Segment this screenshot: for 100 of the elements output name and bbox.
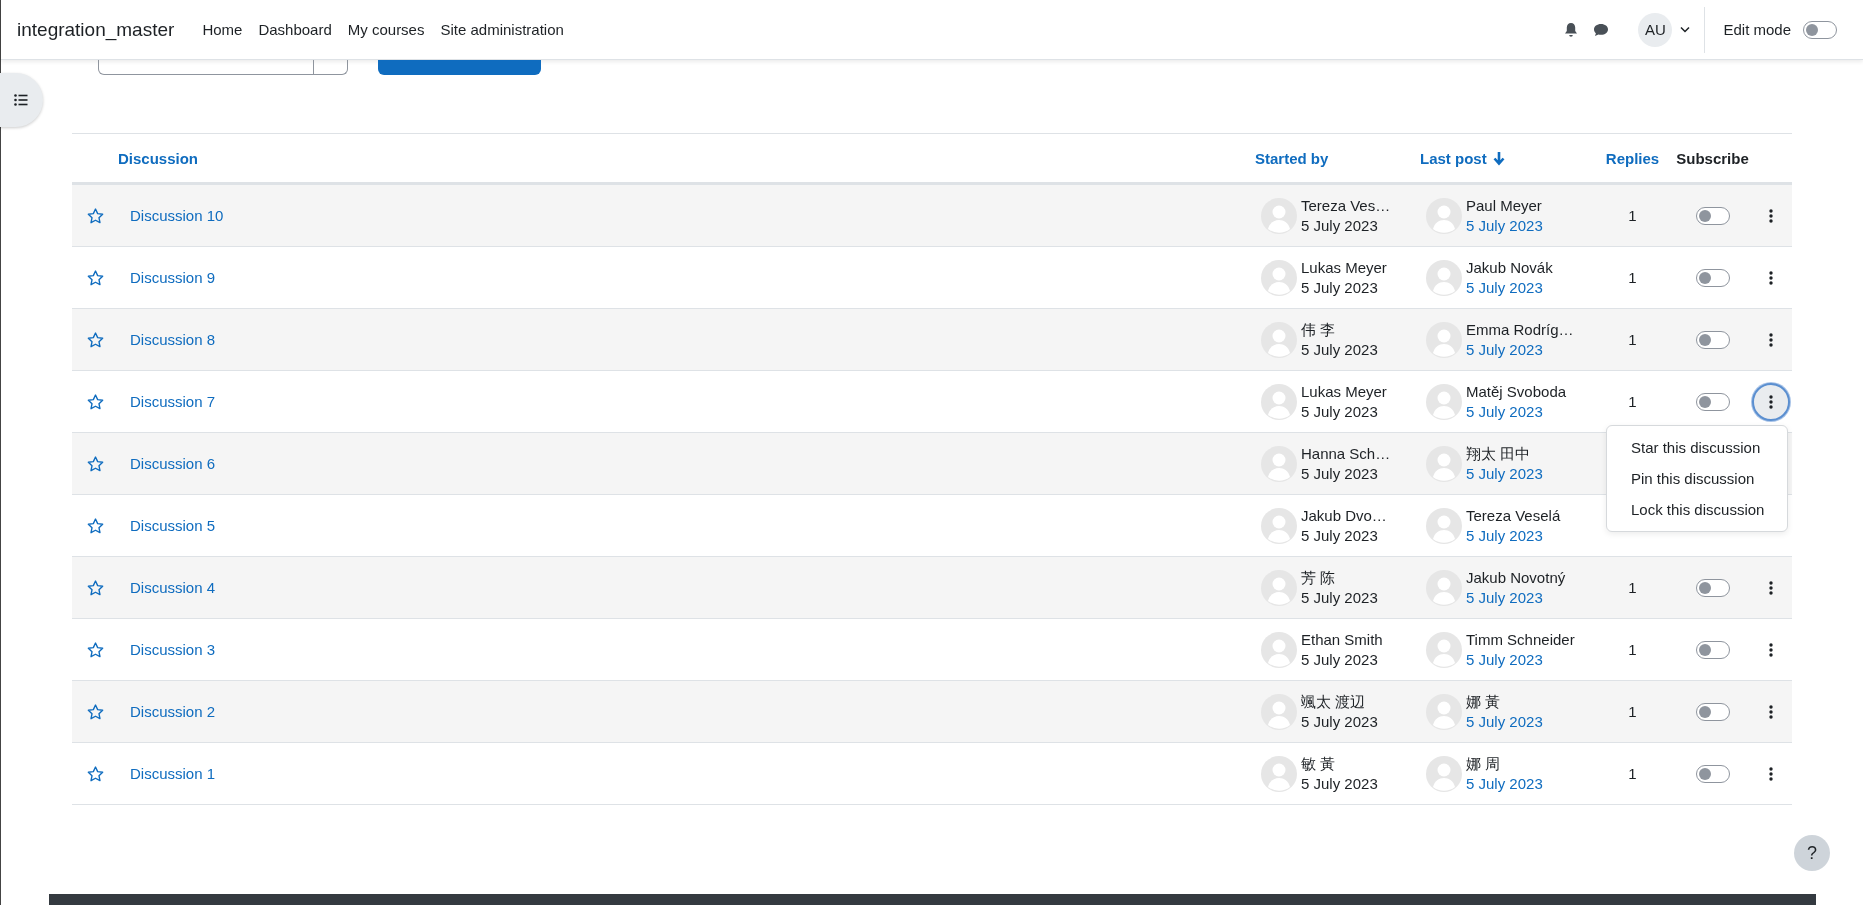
discussion-link[interactable]: Discussion 2 [130,703,216,720]
reply-count: 1 [1628,393,1637,410]
start-date: 5 July 2023 [1301,525,1379,546]
start-date: 5 July 2023 [1301,339,1378,360]
kebab-icon [1769,642,1773,657]
start-date: 5 July 2023 [1301,463,1379,484]
last-post-date-link[interactable]: 5 July 2023 [1466,587,1566,608]
discussion-link[interactable]: Discussion 8 [130,331,216,348]
avatar-silhouette-icon [1426,755,1462,792]
column-header-link[interactable]: Started by [1255,149,1329,167]
last-post-date-link[interactable]: 5 July 2023 [1466,525,1561,546]
menu-item[interactable]: Star this discussion [1607,431,1787,463]
discussion-link[interactable]: Discussion 6 [130,455,216,472]
discussion-link[interactable]: Discussion 7 [130,393,216,410]
star-icon[interactable] [86,703,104,720]
last-post-author: Emma Rodríg… [1466,319,1574,340]
edit-mode-switch[interactable] [1803,20,1837,39]
last-post-author: Matěj Svoboda [1466,381,1567,402]
discussion-link[interactable]: Discussion 3 [130,641,216,658]
discussion-link[interactable]: Discussion 5 [130,517,216,534]
star-icon[interactable] [86,207,104,224]
kebab-icon [1769,704,1773,719]
help-button[interactable]: ? [1794,835,1830,871]
star-icon[interactable] [86,393,104,410]
user-avatar[interactable]: AU [1638,12,1673,47]
site-name[interactable]: integration_master [17,18,175,41]
subscribe-switch[interactable] [1695,206,1730,225]
drawer-toggle-button[interactable] [0,73,43,127]
star-icon[interactable] [86,455,104,472]
discussion-link[interactable]: Discussion 9 [130,269,216,286]
avatar-silhouette-icon [1261,321,1297,358]
last-post-author: 翔太 田中 [1466,443,1532,464]
discussion-link[interactable]: Discussion 10 [130,207,224,224]
subscribe-switch[interactable] [1695,578,1730,597]
nav-link[interactable]: Home [202,21,243,38]
subscribe-switch[interactable] [1695,392,1730,411]
avatar-silhouette-icon [1261,445,1297,482]
last-post-date-link[interactable]: 5 July 2023 [1466,773,1543,794]
nav-link[interactable]: My courses [347,21,425,38]
subscribe-switch[interactable] [1695,702,1730,721]
reply-count: 1 [1628,331,1637,348]
author-name: 颯太 渡辺 [1301,691,1367,712]
kebab-icon [1769,270,1773,285]
menu-item[interactable]: Pin this discussion [1607,462,1787,494]
last-post-author: Jakub Novák [1466,257,1553,278]
last-post-date-link[interactable]: 5 July 2023 [1466,215,1543,236]
column-header-link[interactable]: Replies [1605,149,1660,167]
avatar-silhouette-icon [1426,507,1462,544]
reply-count: 1 [1628,579,1637,596]
reply-count: 1 [1628,207,1637,224]
sort-arrow-down-icon[interactable] [1492,150,1505,166]
author-name: 敏 黃 [1301,753,1337,774]
star-icon[interactable] [86,765,104,782]
author-name: Hanna Sch… [1301,443,1391,464]
last-post-date-link[interactable]: 5 July 2023 [1466,711,1543,732]
nav-link[interactable]: Dashboard [258,21,332,38]
star-icon[interactable] [86,331,104,348]
discussion-link[interactable]: Discussion 1 [130,765,216,782]
avatar-silhouette-icon [1426,259,1462,296]
start-date: 5 July 2023 [1301,215,1379,236]
subscribe-switch[interactable] [1695,640,1730,659]
avatar-silhouette-icon [1426,383,1462,420]
last-post-date-link[interactable]: 5 July 2023 [1466,277,1553,298]
star-icon[interactable] [86,641,104,658]
subscribe-switch[interactable] [1695,330,1730,349]
avatar-silhouette-icon [1426,197,1462,234]
last-post-author: 娜 周 [1466,753,1502,774]
kebab-icon [1769,394,1773,409]
avatar-silhouette-icon [1426,693,1462,730]
subscribe-switch[interactable] [1695,268,1730,287]
subscribe-switch[interactable] [1695,764,1730,783]
last-post-date-link[interactable]: 5 July 2023 [1466,463,1543,484]
column-header-link[interactable]: Discussion [118,149,199,167]
caret-icon[interactable] [1680,26,1691,33]
star-icon[interactable] [86,579,104,596]
column-header-link[interactable]: Last post [1420,149,1487,167]
last-post-author: Timm Schneider [1466,629,1575,650]
avatar-silhouette-icon [1426,445,1462,482]
avatar-silhouette-icon [1261,259,1297,296]
chat-bubble-icon[interactable] [1593,22,1610,37]
last-post-date-link[interactable]: 5 July 2023 [1466,339,1574,360]
nav-link[interactable]: Site administration [440,21,564,38]
avatar-silhouette-icon [1426,321,1462,358]
bell-icon[interactable] [1564,21,1579,38]
menu-item[interactable]: Lock this discussion [1607,493,1787,525]
star-icon[interactable] [86,517,104,534]
more-actions-button[interactable] [1752,382,1790,421]
avatar-silhouette-icon [1426,569,1462,606]
star-icon[interactable] [86,269,104,286]
reply-count: 1 [1628,269,1637,286]
search-field[interactable] [98,60,348,75]
start-date: 5 July 2023 [1301,773,1378,794]
discussion-link[interactable]: Discussion 4 [130,579,216,596]
kebab-icon [1769,766,1773,781]
avatar-silhouette-icon [1261,569,1297,606]
kebab-icon [1769,332,1773,347]
last-post-date-link[interactable]: 5 July 2023 [1466,649,1575,670]
avatar-silhouette-icon [1261,507,1297,544]
avatar-silhouette-icon [1261,197,1297,234]
last-post-date-link[interactable]: 5 July 2023 [1466,401,1567,422]
